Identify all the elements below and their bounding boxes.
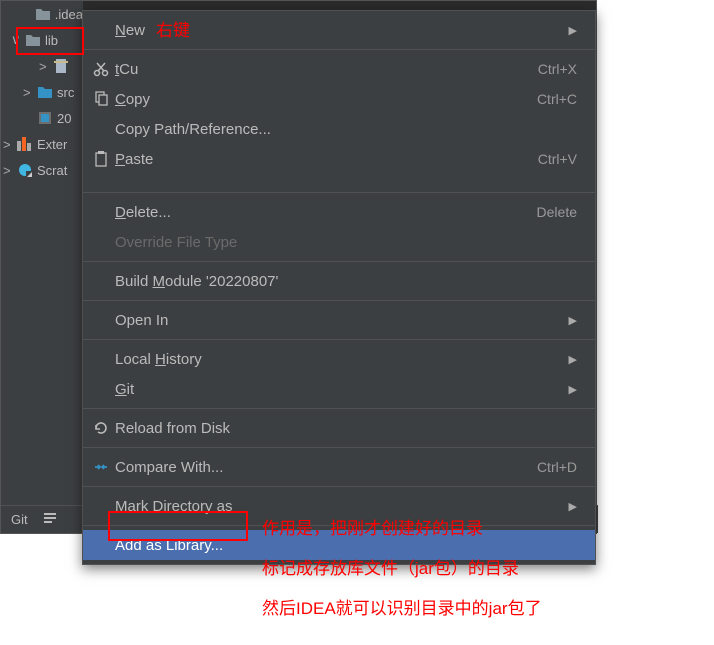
tree-item-Scrat[interactable]: > Scrat xyxy=(1,157,83,183)
menu-item-paste[interactable]: PasteCtrl+V xyxy=(83,144,595,174)
menu-item-label: Copy Path/Reference... xyxy=(115,121,577,138)
compare-icon xyxy=(93,459,115,475)
git-branch-label[interactable]: Git xyxy=(11,512,28,527)
menu-item-local-history[interactable]: Local History ▶ xyxy=(83,344,595,374)
menu-item-compare-with-[interactable]: Compare With...Ctrl+D xyxy=(83,452,595,482)
copy-icon xyxy=(93,91,115,107)
menu-shortcut: Delete xyxy=(537,204,577,220)
paste-icon xyxy=(93,151,115,167)
menu-separator xyxy=(83,49,595,50)
tree-item-src[interactable]: > src xyxy=(1,79,83,105)
tree-item-.idea[interactable]: .idea xyxy=(1,1,83,27)
menu-item-label: Reload from Disk xyxy=(115,420,577,437)
menu-item-build-module-20220807-[interactable]: Build Module '20220807' xyxy=(83,266,595,296)
tree-item-Exter[interactable]: > Exter xyxy=(1,131,83,157)
menu-item-delete-[interactable]: Delete...Delete xyxy=(83,197,595,227)
menu-separator xyxy=(83,261,595,262)
menu-item-copy-path-reference-[interactable]: Copy Path/Reference... xyxy=(83,114,595,144)
menu-item-reload-from-disk[interactable]: Reload from Disk xyxy=(83,413,595,443)
menu-shortcut: Ctrl+V xyxy=(538,151,577,167)
menu-item-label: Override File Type xyxy=(115,234,577,251)
annotation-line-3: 然后IDEA就可以识别目录中的jar包了 xyxy=(262,594,542,624)
annotation-line-1: 作用是，把刚才创建好的目录 xyxy=(262,514,483,544)
tree-item-label: 20 xyxy=(57,111,71,126)
tree-item-label: Exter xyxy=(37,137,67,152)
tree-item-label: Scrat xyxy=(37,163,67,178)
menu-shortcut: Ctrl+D xyxy=(537,459,577,475)
submenu-arrow-icon: ▶ xyxy=(569,24,577,37)
tree-item-label: .idea xyxy=(55,7,83,22)
menu-item-open-in[interactable]: Open In ▶ xyxy=(83,305,595,335)
menu-item-label: Local History xyxy=(115,351,561,368)
menu-item-label: Compare With... xyxy=(115,459,537,476)
tree-item-label: lib xyxy=(45,33,58,48)
expand-arrow[interactable]: > xyxy=(3,137,13,152)
menu-shortcut: Ctrl+C xyxy=(537,91,577,107)
annotation-right-click: 右键 xyxy=(156,16,190,46)
expand-arrow[interactable]: ∨ xyxy=(11,32,21,48)
menu-item-git[interactable]: Git ▶ xyxy=(83,374,595,404)
submenu-arrow-icon: ▶ xyxy=(569,353,577,366)
submenu-arrow-icon: ▶ xyxy=(569,383,577,396)
context-menu: New▶tCuCtrl+XCopyCtrl+CCopy Path/Referen… xyxy=(82,10,596,565)
reload-icon xyxy=(93,420,115,436)
menu-item-override-file-type: Override File Type xyxy=(83,227,595,257)
menu-separator xyxy=(83,447,595,448)
menu-item-label: Mark Directory as xyxy=(115,498,561,515)
tree-item-2[interactable]: > xyxy=(1,53,83,79)
tree-item-20[interactable]: 20 xyxy=(1,105,83,131)
menu-item-label: Delete... xyxy=(115,204,537,221)
menu-item-cut[interactable]: tCuCtrl+X xyxy=(83,54,595,84)
menu-item-label: tCu xyxy=(115,61,538,78)
expand-arrow[interactable]: > xyxy=(39,59,49,74)
tree-item-label: src xyxy=(57,85,74,100)
tree-item-lib[interactable]: ∨ lib xyxy=(1,27,83,53)
menu-item-label: Paste xyxy=(115,151,538,168)
todo-icon[interactable] xyxy=(42,510,58,529)
cut-icon xyxy=(93,61,115,77)
expand-arrow[interactable]: > xyxy=(3,163,13,178)
menu-separator xyxy=(83,300,595,301)
submenu-arrow-icon: ▶ xyxy=(569,500,577,513)
menu-separator xyxy=(83,408,595,409)
menu-separator xyxy=(83,339,595,340)
menu-item-label: Open In xyxy=(115,312,561,329)
annotation-line-2: 标记成存放库文件（jar包）的目录 xyxy=(262,554,519,584)
menu-item-label: Build Module '20220807' xyxy=(115,273,577,290)
menu-shortcut: Ctrl+X xyxy=(538,61,577,77)
menu-separator xyxy=(83,486,595,487)
menu-item-label: Git xyxy=(115,381,561,398)
submenu-arrow-icon: ▶ xyxy=(569,314,577,327)
expand-arrow[interactable]: > xyxy=(23,85,33,100)
menu-item-copy[interactable]: CopyCtrl+C xyxy=(83,84,595,114)
project-tree[interactable]: .idea ∨ lib > > src 20 > Exter > Scrat xyxy=(1,1,83,506)
menu-item-label: Copy xyxy=(115,91,537,108)
menu-separator xyxy=(83,192,595,193)
